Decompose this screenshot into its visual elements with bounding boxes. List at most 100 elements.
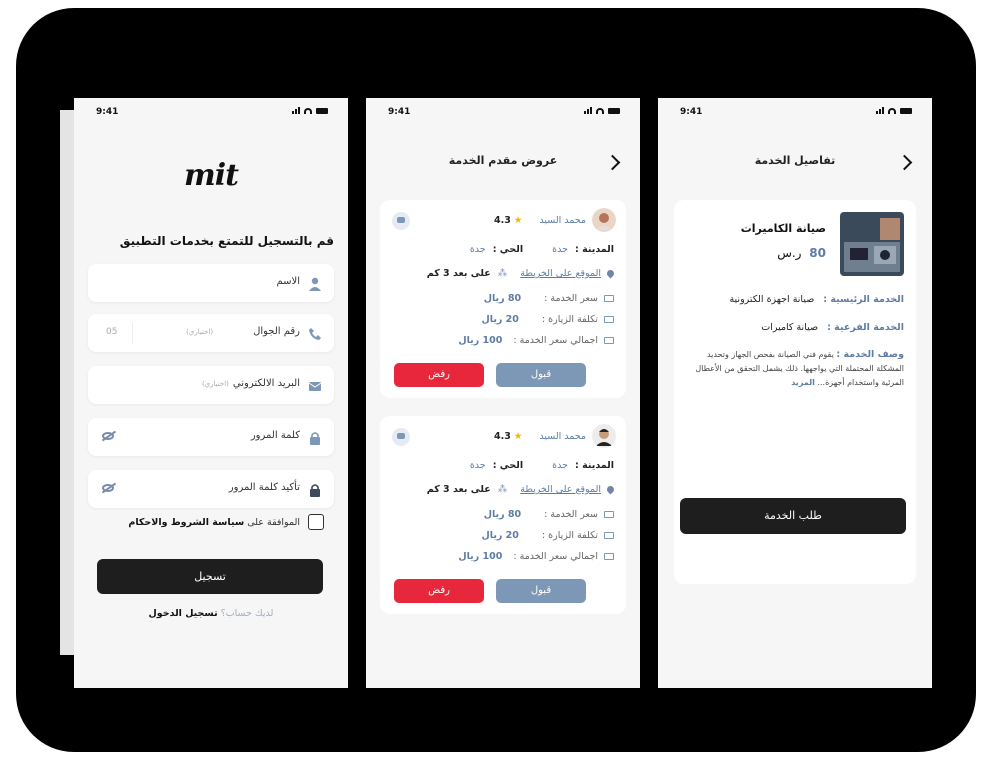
user-icon [308,276,322,291]
request-service-button[interactable]: طلب الخدمة [680,498,906,534]
city-row: المدينة : جدة الحي : جدة [470,244,614,255]
price-icon [604,295,614,302]
email-label: البريد الالكتروني(اختياري) [202,378,300,389]
accept-button[interactable]: قبول [496,579,586,603]
offer-card: محمد السيد ★ 4.3 المدينة : جدة الحي : جد… [380,200,626,398]
visit-value: 20 ريال [481,314,519,325]
map-link[interactable]: الموقع على الخريطة [520,268,601,279]
terms-row: الموافقة على سياسة الشروط والاحكام [128,514,324,530]
price-row: سعر الخدمة : 80 ريال [484,509,614,520]
battery-icon [900,108,912,114]
price-number: 80 [809,246,826,260]
district-label: الحي : [492,244,524,255]
visit-row: تكلفة الزيارة : 20 ريال [482,314,614,325]
city-label: المدينة : [575,244,614,255]
service-image [840,212,904,276]
status-time: 9:41 [96,107,119,117]
price-row: سعر الخدمة : 80 ريال [484,293,614,304]
status-time: 9:41 [680,107,703,117]
provider-row: محمد السيد ★ 4.3 [494,215,586,226]
avatar [592,208,616,232]
confirm-password-field[interactable]: تأكيد كلمة المرور [88,470,334,508]
offers-header: عروض مقدم الخدمة [366,154,640,174]
total-icon [604,553,614,560]
name-field[interactable]: الاسم [88,264,334,302]
eye-off-icon[interactable] [102,432,114,440]
visit-value: 20 ريال [481,530,519,541]
status-bar: 9:41 [366,98,640,122]
lock-icon [308,430,322,445]
total-row: اجمالي سعر الخدمة : 100 ريال [458,551,614,562]
distance-icon: ⁂ [497,484,508,495]
provider-row: محمد السيد ★ 4.3 [494,431,586,442]
battery-icon [316,108,328,114]
offers-title: عروض مقدم الخدمة [448,154,558,167]
wifi-icon [596,108,604,114]
status-icons [292,106,328,114]
visit-icon [604,532,614,539]
reject-button[interactable]: رفض [394,363,484,387]
wifi-icon [888,108,896,114]
login-row: لديك حساب؟ تسجيل الدخول [74,608,348,619]
visit-label: تكلفة الزيارة : [541,530,598,541]
city-value: جدة [552,244,568,255]
provider-name[interactable]: محمد السيد [539,215,586,226]
logo-text: mit [184,158,239,193]
email-field[interactable]: البريد الالكتروني(اختياري) [88,366,334,404]
eye-off-icon[interactable] [102,484,114,492]
details-card: صيانة الكاميرات 80 ر.س الخدمة الرئيسية :… [674,200,916,584]
visit-label: تكلفة الزيارة : [541,314,598,325]
city-row: المدينة : جدة الحي : جدة [470,460,614,471]
password-field[interactable]: كلمة المرور [88,418,334,456]
offers-screen: 9:41 عروض مقدم الخدمة محمد السيد ★ 4.3 ا… [366,98,640,688]
name-label: الاسم [276,276,300,287]
signal-icon [876,106,884,114]
details-screen: 9:41 تفاصيل الخدمة صيانة الكاميرات 80 ر.… [658,98,932,688]
battery-icon [608,108,620,114]
rating-value: 4.3 [493,215,511,226]
service-price: 80 ر.س [777,246,826,260]
star-icon: ★ [513,431,523,442]
status-bar: 9:41 [74,98,348,122]
sub-service-label: الخدمة الفرعية : [827,322,904,333]
total-value: 100 ريال [458,335,503,346]
register-button[interactable]: تسجيل [97,559,323,594]
total-label: اجمالي سعر الخدمة : [513,551,598,562]
terms-link[interactable]: سياسة الشروط والاحكام [128,517,244,528]
terms-prefix: الموافقة على [244,516,300,528]
distance-value: على بعد 3 كم [426,268,491,279]
accept-button[interactable]: قبول [496,363,586,387]
chat-icon[interactable] [392,212,410,230]
description: وصف الخدمة : يقوم فني الصيانة بفحص الجها… [682,348,904,390]
sub-service-value: صيانة كاميرات [761,322,819,333]
signal-icon [584,106,592,114]
star-icon: ★ [513,215,523,226]
wifi-icon [304,108,312,114]
map-row: الموقع على الخريطة ⁂ على بعد 3 كم [426,268,616,279]
reject-button[interactable]: رفض [394,579,484,603]
page-title: قم بالتسجيل للتمتع بخدمات التطبيق [119,234,334,248]
email-optional: (اختياري) [201,380,229,388]
city-label: المدينة : [575,460,614,471]
password-label: كلمة المرور [250,430,300,441]
price-icon [604,511,614,518]
total-label: اجمالي سعر الخدمة : [513,335,598,346]
chat-icon[interactable] [392,428,410,446]
login-link[interactable]: تسجيل الدخول [149,608,218,619]
status-bar: 9:41 [658,98,932,122]
provider-name[interactable]: محمد السيد [539,431,586,442]
price-label: سعر الخدمة : [544,293,598,304]
distance-icon: ⁂ [497,268,508,279]
more-link[interactable]: المزيد [791,378,815,387]
rating-value: 4.3 [493,431,511,442]
register-screen: 9:41 mit قم بالتسجيل للتمتع بخدمات التطب… [74,98,348,688]
phone-label: رقم الجوال (اختياري) [186,326,300,337]
district-label: الحي : [492,460,524,471]
phone-field[interactable]: رقم الجوال (اختياري) 05 [88,314,334,352]
status-icons [876,106,912,114]
terms-text: الموافقة على سياسة الشروط والاحكام [128,517,300,528]
main-service-row: الخدمة الرئيسية : صيانة اجهزة الكترونية [729,294,904,305]
terms-checkbox[interactable] [308,514,324,530]
total-value: 100 ريال [458,551,503,562]
map-link[interactable]: الموقع على الخريطة [520,484,601,495]
